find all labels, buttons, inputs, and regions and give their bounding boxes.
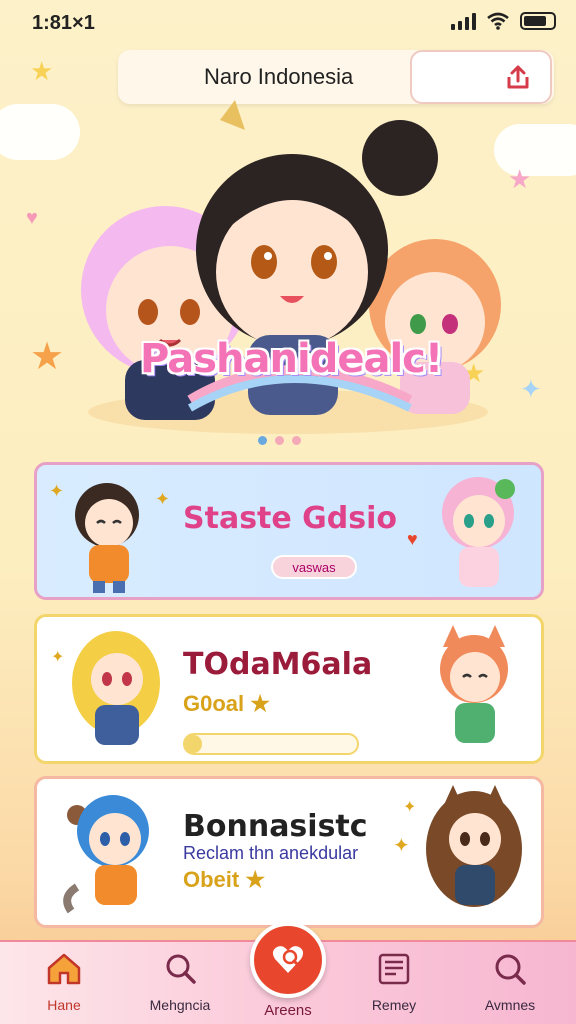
status-bar: 1:81×1 [0,0,576,44]
chibi-bluehair-image [63,795,149,914]
heart-search-icon [272,946,304,973]
nav-label: Remey [371,997,417,1013]
share-icon [507,65,529,89]
sparkle-icon: ✦ [51,649,65,666]
heart-icon: ♥ [407,529,418,549]
nav-center-button[interactable] [250,922,326,998]
nav-label: Hane [47,997,81,1013]
card-subtitle: Reclam thn anekdular [183,843,359,863]
home-icon [47,953,81,985]
search-icon [166,954,196,984]
battery-icon [520,12,556,30]
magnifier-icon [495,954,526,985]
sparkle-icon: ✦ [155,489,171,509]
card-title: Staste Gdsio [183,501,398,536]
star-decor-icon: ★ [30,56,54,86]
feature-card-1[interactable]: Staste Gdsio vaswas ✦ ✦ ♥ [34,462,544,600]
progress-bar [183,733,359,755]
header-bar: Naro Indonesia [118,50,554,104]
carousel-dot-active[interactable] [258,436,267,445]
nav-item-news[interactable]: Remey [344,952,444,1013]
card-title: TOdaM6ala [183,647,373,682]
card-subtitle: G0oal ★ [183,691,270,716]
nav-label: Mehgncia [149,997,211,1013]
progress-fill [185,735,203,753]
news-icon [378,953,410,985]
feature-card-2[interactable]: TOdaM6ala G0oal ★ ✦ [34,614,544,764]
status-time: 1:81×1 [32,12,95,34]
hero-characters-image [81,100,501,434]
carousel-dots[interactable] [258,436,301,445]
chibi-girl-pink-image [442,477,515,587]
card-subtitle-2: Obeit ★ [183,867,266,892]
carousel-dot[interactable] [292,436,301,445]
nav-item-search[interactable]: Mehgncia [130,952,230,1013]
status-icons [451,12,556,30]
wifi-icon [487,12,509,30]
signal-icon [451,12,476,30]
nav-item-home[interactable]: Hane [14,952,114,1013]
carousel-dot[interactable] [275,436,284,445]
chibi-blonde-image [72,631,160,745]
nav-label: Avmnes [484,997,536,1013]
nav-label: Areens [264,1002,312,1019]
hero-illustration[interactable] [20,100,556,440]
share-button[interactable] [410,50,552,104]
card-chip-button[interactable]: vaswas [271,555,357,579]
feature-card-3[interactable]: Bonnasistc Reclam thn anekdular Obeit ★ … [34,776,544,928]
chibi-catgirl-image [440,625,508,743]
nav-item-explore[interactable]: Avmnes [460,952,560,1013]
sparkle-icon: ✦ [403,799,417,816]
page-title: Naro Indonesia [204,64,354,89]
sparkle-icon: ✦ [49,481,65,501]
hero-banner-text: Pashanidealc! [140,336,443,382]
bottom-nav: Hane Mehgncia Areens Remey Avmnes [0,922,576,1024]
sparkle-icon: ✦ [393,835,410,857]
card-title: Bonnasistc [183,809,368,844]
chibi-browncat-image [426,785,522,907]
chibi-boy-image [75,483,139,593]
